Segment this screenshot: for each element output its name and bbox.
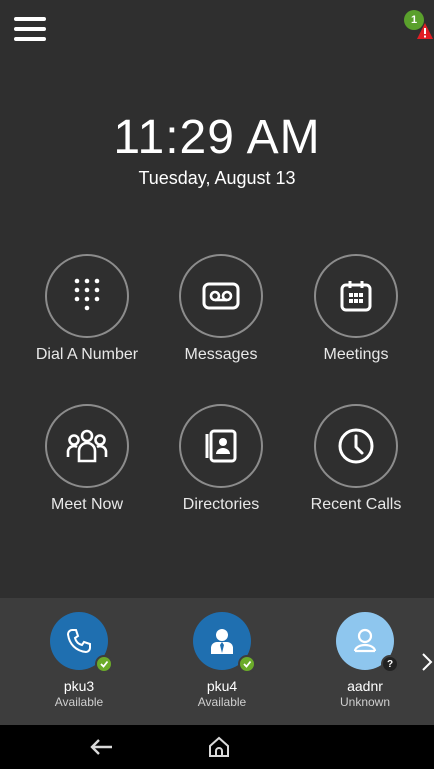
contact-presence: Available xyxy=(54,695,104,709)
directories-button[interactable]: Directories xyxy=(156,404,286,534)
back-arrow-icon[interactable] xyxy=(88,735,116,759)
app-label: Meetings xyxy=(323,346,389,363)
person-outline-icon xyxy=(353,628,377,653)
app-label: Recent Calls xyxy=(310,496,402,513)
contact-presence: Unknown xyxy=(339,695,391,709)
status-notification[interactable]: 1 xyxy=(404,10,434,40)
favorites-bar: pku3 Available pku4 Available ? aadnr Un… xyxy=(0,598,434,725)
contact-name: pku3 xyxy=(63,678,95,694)
voicemail-icon xyxy=(202,282,240,310)
home-screen: 1 11:29 AM Tuesday, August 13 Dial A Num… xyxy=(0,0,434,769)
available-status-icon xyxy=(95,655,113,673)
clock-date: Tuesday, August 13 xyxy=(138,168,296,188)
phone-icon xyxy=(66,629,91,654)
app-label: Directories xyxy=(182,496,260,513)
system-nav-bar xyxy=(0,725,434,769)
group-icon xyxy=(66,429,108,463)
meet-now-button[interactable]: Meet Now xyxy=(22,404,152,534)
recent-calls-button[interactable]: Recent Calls xyxy=(291,404,421,534)
dial-a-number-button[interactable]: Dial A Number xyxy=(22,254,152,384)
favorite-contact-pku4[interactable]: pku4 Available xyxy=(167,612,277,722)
unknown-status-icon: ? xyxy=(381,655,399,673)
clock-time: 11:29 AM xyxy=(113,111,321,164)
app-label: Messages xyxy=(184,346,258,363)
clock-icon xyxy=(338,428,374,464)
dialpad-icon xyxy=(74,278,100,311)
home-icon[interactable] xyxy=(207,735,231,759)
app-label: Meet Now xyxy=(50,496,124,513)
contact-name: aadnr xyxy=(347,678,383,694)
alert-icon xyxy=(417,23,433,39)
contact-name: pku4 xyxy=(206,678,238,694)
meetings-button[interactable]: Meetings xyxy=(291,254,421,384)
available-status-icon xyxy=(238,655,256,673)
person-icon xyxy=(211,629,233,654)
messages-button[interactable]: Messages xyxy=(156,254,286,384)
app-label: Dial A Number xyxy=(35,346,139,363)
contacts-book-icon xyxy=(205,429,237,463)
favorite-contact-pku3[interactable]: pku3 Available xyxy=(24,612,134,722)
chevron-right-icon[interactable] xyxy=(420,650,434,674)
contact-presence: Available xyxy=(197,695,247,709)
hamburger-menu-icon[interactable] xyxy=(14,16,46,42)
favorite-contact-aadnr[interactable]: ? aadnr Unknown xyxy=(310,612,420,722)
calendar-icon xyxy=(340,281,372,312)
